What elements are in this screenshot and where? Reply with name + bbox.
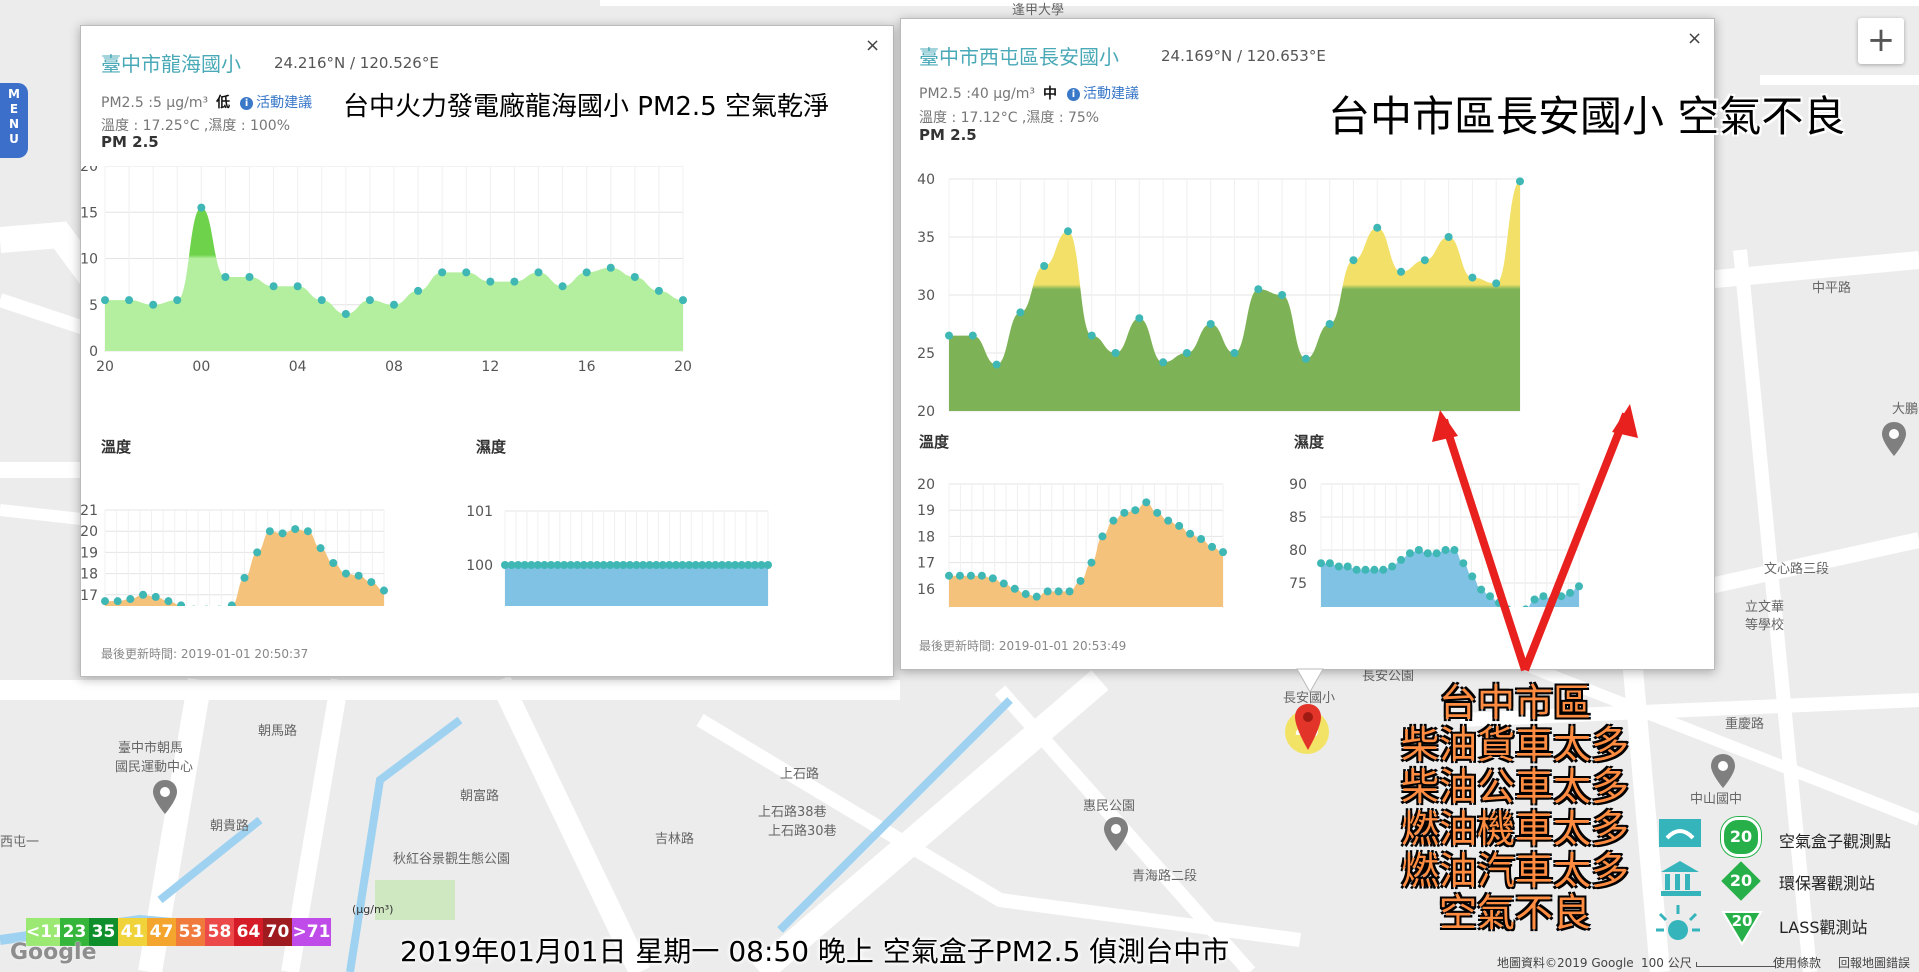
map-scale-label: 100 公尺 (1641, 956, 1692, 970)
lass-legend-label: LASS觀測站 (1779, 918, 1868, 937)
report-map-error-link[interactable]: 回報地圖錯誤 (1838, 954, 1910, 971)
google-logo[interactable]: Google (10, 940, 97, 965)
reason-line: 柴油貨車太多 (1400, 723, 1629, 767)
scale-swatch: 70 (263, 918, 292, 946)
epa-legend-value: 20 (1729, 871, 1753, 890)
airbox-legend-label: 空氣盒子觀測點 (1779, 832, 1892, 851)
scale-swatch: 58 (205, 918, 234, 946)
reason-line: 柴油公車太多 (1400, 765, 1629, 809)
lass-legend-marker: 20 (1721, 910, 1763, 946)
sun-icon (1656, 905, 1700, 940)
reason-line: 燃油汽車太多 (1400, 849, 1629, 893)
reason-line: 燃油機車太多 (1400, 807, 1629, 851)
lass-legend-value: 20 (1731, 912, 1753, 930)
scale-swatch: 47 (147, 918, 176, 946)
map-data-credit: 地圖資料©2019 Google (1497, 956, 1634, 970)
epa-legend-marker: 20 (1721, 861, 1762, 902)
scale-swatch: >71 (292, 918, 331, 946)
reason-line: 台中市區 (1438, 681, 1591, 725)
map-scale-bar (1696, 962, 1776, 967)
airbox-legend-value: 20 (1729, 827, 1753, 846)
terms-link[interactable]: 使用條款 (1773, 954, 1821, 971)
cloud-icon (1659, 819, 1701, 847)
scale-unit: (μg/m³) (352, 903, 394, 916)
scale-swatch: 53 (176, 918, 205, 946)
scale-swatch: 41 (118, 918, 147, 946)
airbox-legend-marker: 20 (1721, 817, 1761, 857)
scale-swatch: 64 (234, 918, 263, 946)
bottom-banner: 2019年01月01日 星期一 08:50 晚上 空氣盒子PM2.5 偵測台中市 (400, 935, 1230, 968)
government-building-icon (1661, 861, 1701, 896)
reasons-block: 台中市區 柴油貨車太多 柴油公車太多 燃油機車太多 燃油汽車太多 空氣不良 (1365, 682, 1665, 934)
epa-legend-label: 環保署觀測站 (1779, 874, 1876, 893)
reason-line: 空氣不良 (1438, 891, 1591, 935)
